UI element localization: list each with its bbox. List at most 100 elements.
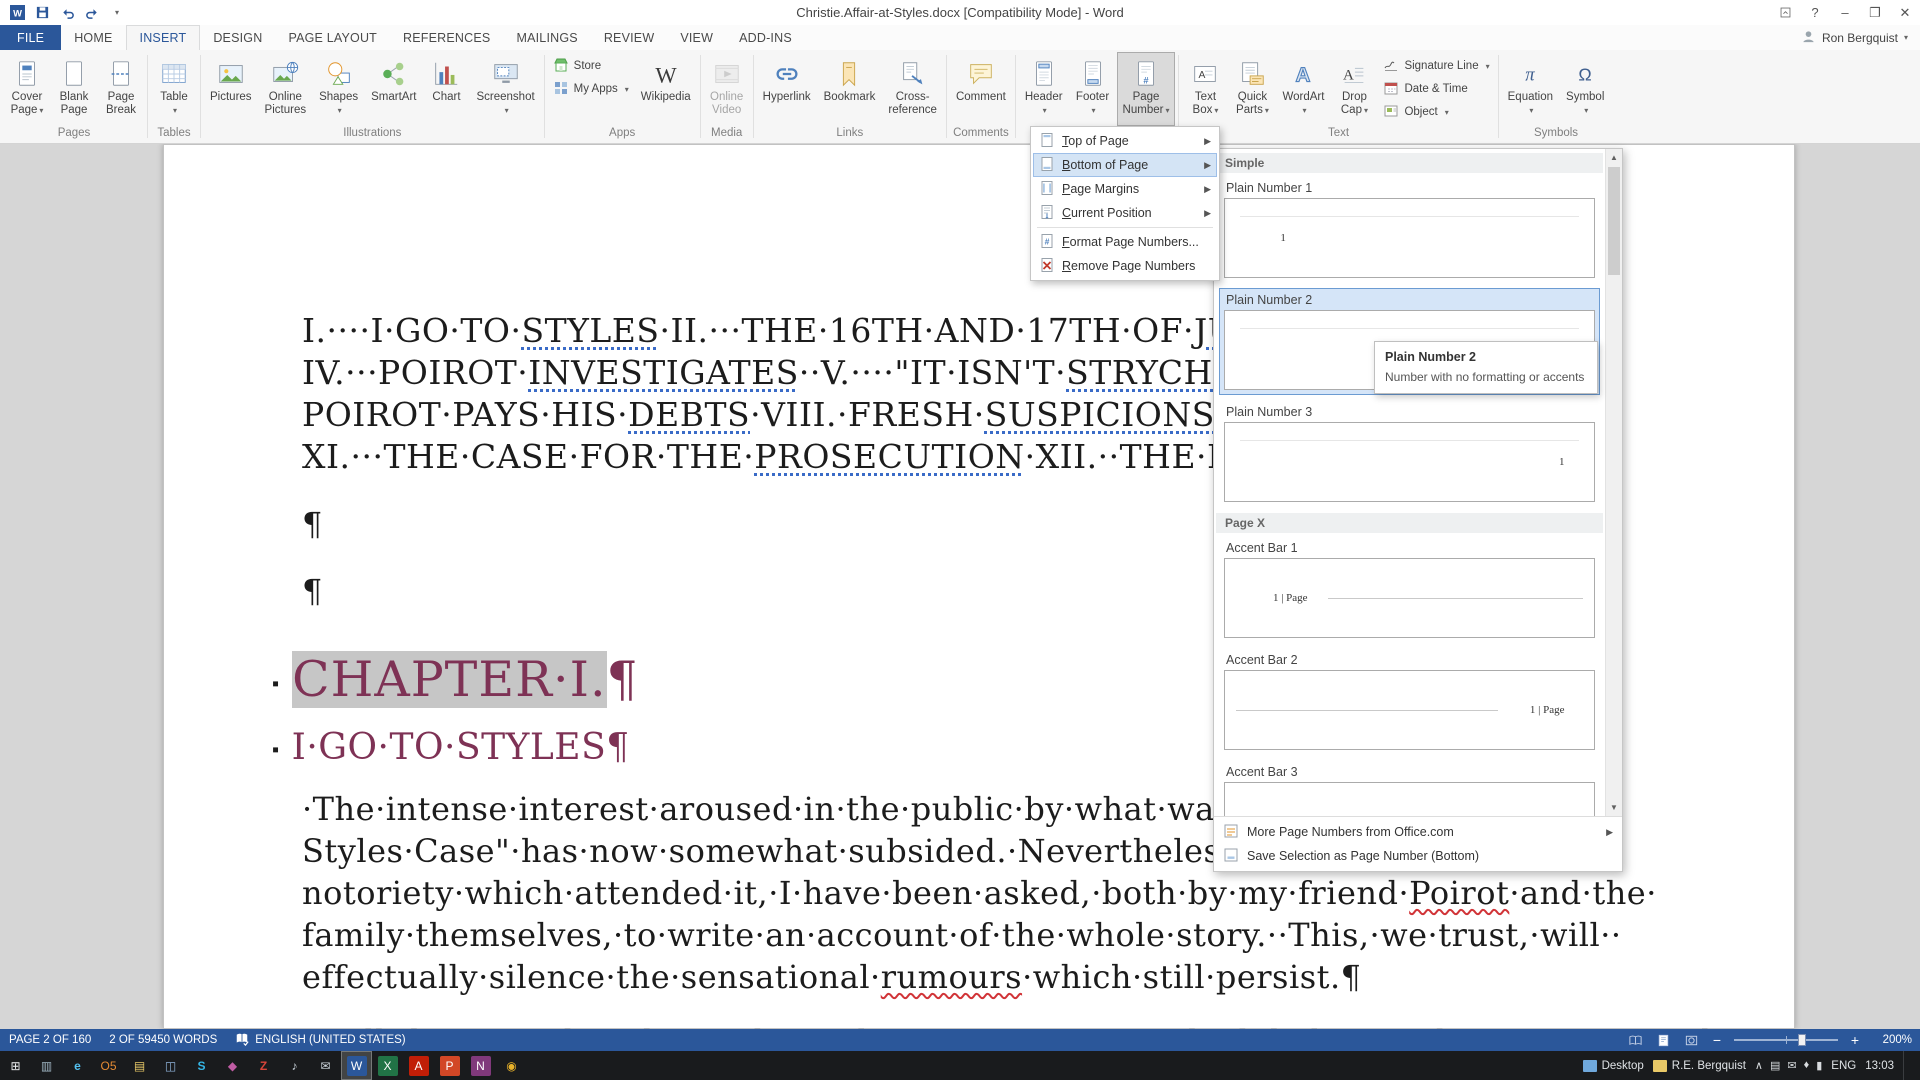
store-button[interactable]: Store [548,55,634,77]
tab-references[interactable]: REFERENCES [390,25,503,50]
office-365[interactable]: O5 [93,1051,124,1080]
language-indicator[interactable]: ENG [1831,1060,1856,1072]
tray-icon-2[interactable]: ✉ [1787,1059,1796,1072]
online-video-button[interactable]: OnlineVideo [704,52,750,126]
tab-home[interactable]: HOME [61,25,125,50]
taskbar-app-4[interactable]: ♪ [279,1051,310,1080]
menu-item-bottom-of-page[interactable]: Bottom of Page▶ [1033,153,1217,177]
pictures-button[interactable]: Pictures [204,52,258,126]
save-icon[interactable] [31,3,53,23]
gallery-item-accent-bar-3[interactable]: Accent Bar 3Page | 1 [1220,761,1599,816]
tray-icon-3[interactable]: ♦ [1804,1059,1810,1072]
symbol-button[interactable]: ΩSymbol▾ [1560,52,1610,126]
header-button[interactable]: Header▾ [1019,52,1069,126]
wikipedia-button[interactable]: WWikipedia [635,52,697,126]
blank-page-button[interactable]: BlankPage [51,52,97,126]
tab-insert[interactable]: INSERT [126,25,201,50]
taskbar-app-1[interactable]: ▥ [31,1051,62,1080]
zoom-slider-thumb[interactable] [1798,1034,1806,1046]
bookmark-button[interactable]: Bookmark [818,52,882,126]
cross-reference-button[interactable]: Cross-reference [882,52,943,126]
internet-explorer[interactable]: e [62,1051,93,1080]
tab-file[interactable]: FILE [0,25,61,50]
equation-button[interactable]: πEquation▾ [1502,52,1559,126]
excel[interactable]: X [372,1051,403,1080]
shapes-button[interactable]: Shapes▾ [313,52,364,126]
zotero[interactable]: Z [248,1051,279,1080]
page-break-button[interactable]: PageBreak [98,52,144,126]
footer-button[interactable]: Footer▾ [1070,52,1116,126]
gallery-footer-more-page-numbers-from-office-com[interactable]: More Page Numbers from Office.com▶ [1216,820,1620,844]
tab-add-ins[interactable]: ADD-INS [726,25,805,50]
acrobat[interactable]: A [403,1051,434,1080]
start-button[interactable]: ⊞ [0,1051,31,1080]
online-pictures-button[interactable]: OnlinePictures [259,52,313,126]
cover-page-button[interactable]: CoverPage▾ [4,52,50,126]
help-icon[interactable]: ? [1800,0,1830,25]
desktop-toolbar[interactable]: Desktop [1583,1060,1644,1072]
scroll-up-icon[interactable]: ▲ [1606,149,1622,166]
proofing-status[interactable]: ENGLISH (UNITED STATES) [226,1029,414,1051]
volume-icon[interactable]: ▮ [1816,1059,1822,1072]
menu-item-format-page-numbers[interactable]: #Format Page Numbers... [1033,230,1217,254]
file-explorer[interactable]: ▤ [124,1051,155,1080]
screenshot-button[interactable]: Screenshot▾ [470,52,540,126]
gallery-item-accent-bar-2[interactable]: Accent Bar 21 | Page [1220,649,1599,754]
zoom-slider[interactable] [1734,1039,1838,1041]
tab-design[interactable]: DESIGN [200,25,275,50]
undo-icon[interactable] [56,3,78,23]
word[interactable]: W [341,1051,372,1080]
tab-page-layout[interactable]: PAGE LAYOUT [275,25,390,50]
taskbar-app-2[interactable]: ◫ [155,1051,186,1080]
onenote[interactable]: N [465,1051,496,1080]
chart-button[interactable]: Chart [423,52,469,126]
page-indicator[interactable]: PAGE 2 OF 160 [0,1029,100,1051]
gallery-item-plain-number-3[interactable]: Plain Number 31 [1220,401,1599,506]
object-button[interactable]: Object▾ [1378,101,1494,123]
word-count[interactable]: 2 OF 59450 WORDS [100,1029,226,1051]
tab-review[interactable]: REVIEW [591,25,668,50]
table-button[interactable]: Table▾ [151,52,197,126]
print-layout-icon[interactable] [1650,1029,1676,1051]
ribbon-display-options-icon[interactable] [1770,0,1800,25]
tab-mailings[interactable]: MAILINGS [503,25,590,50]
my-apps-button[interactable]: My Apps▾ [548,78,634,100]
chrome[interactable]: ◉ [496,1051,527,1080]
page-number-button[interactable]: #PageNumber▾ [1117,52,1176,126]
zoom-in-button[interactable]: + [1844,1032,1866,1048]
scroll-down-icon[interactable]: ▼ [1606,799,1622,816]
read-mode-icon[interactable] [1622,1029,1648,1051]
powerpoint[interactable]: P [434,1051,465,1080]
quick-parts-button[interactable]: QuickParts▾ [1229,52,1275,126]
taskbar-app-3[interactable]: ◆ [217,1051,248,1080]
gallery-item-accent-bar-1[interactable]: Accent Bar 11 | Page [1220,537,1599,642]
menu-item-current-position[interactable]: Current Position▶ [1033,201,1217,225]
menu-item-page-margins[interactable]: Page Margins▶ [1033,177,1217,201]
clock[interactable]: 13:03 [1865,1060,1894,1072]
date-time-button[interactable]: Date & Time [1378,78,1494,100]
close-icon[interactable]: ✕ [1890,0,1920,25]
gallery-scrollbar[interactable]: ▲ ▼ [1605,149,1622,816]
restore-icon[interactable]: ❐ [1860,0,1890,25]
menu-item-remove-page-numbers[interactable]: Remove Page Numbers [1033,254,1217,278]
drop-cap-button[interactable]: ADropCap▾ [1331,52,1377,126]
show-desktop-button[interactable] [1903,1051,1908,1080]
scrollbar-thumb[interactable] [1608,167,1620,275]
skype[interactable]: S [186,1051,217,1080]
wordart-button[interactable]: AWordArt▾ [1276,52,1330,126]
repeat-icon[interactable] [81,3,103,23]
account-menu[interactable]: Ron Bergquist ▾ [1801,25,1920,50]
tray-icon-1[interactable]: ▤ [1770,1059,1780,1072]
minimize-icon[interactable]: – [1830,0,1860,25]
word-logo-icon[interactable]: W [6,3,28,23]
gallery-footer-save-selection-as-page-number-bottom[interactable]: Save Selection as Page Number (Bottom) [1216,844,1620,868]
hyperlink-button[interactable]: Hyperlink [757,52,817,126]
smartart-button[interactable]: SmartArt [365,52,422,126]
zoom-percentage[interactable]: 200% [1868,1034,1912,1046]
web-layout-icon[interactable] [1678,1029,1704,1051]
customize-qat-icon[interactable]: ▾ [106,3,128,23]
mail[interactable]: ✉ [310,1051,341,1080]
comment-button[interactable]: Comment [950,52,1012,126]
text-box-button[interactable]: ATextBox▾ [1182,52,1228,126]
signature-line-button[interactable]: Signature Line▾ [1378,55,1494,77]
